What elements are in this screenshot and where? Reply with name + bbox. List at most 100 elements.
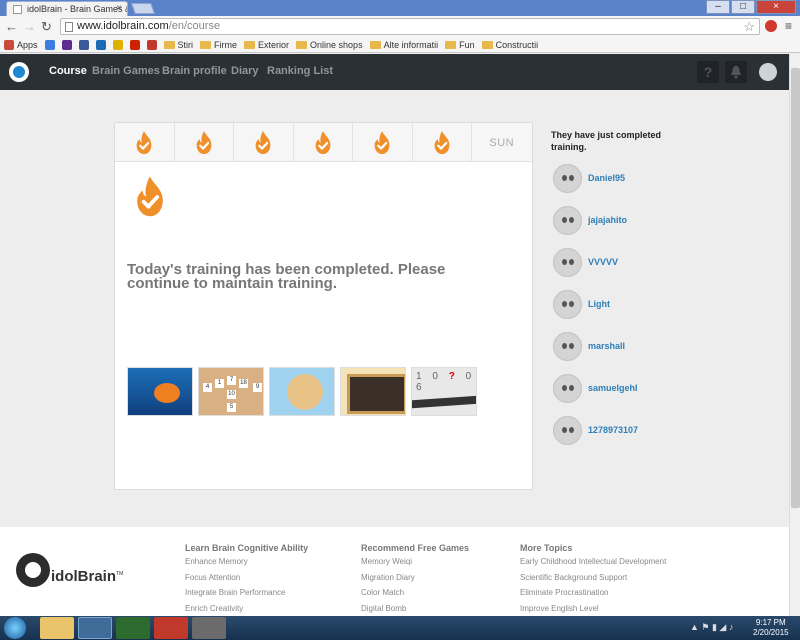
bookmark-folder[interactable]: Online shops [296, 40, 363, 50]
nav-diary[interactable]: Diary [231, 65, 259, 77]
bookmark-favicon-icon [78, 39, 89, 50]
user-name-link[interactable]: Light [588, 299, 610, 309]
flame-check-icon [134, 130, 154, 155]
bookmark-item[interactable] [61, 39, 72, 50]
robot-avatar-icon[interactable] [553, 247, 582, 277]
footer-col-cognitive: Learn Brain Cognitive Ability Enhance Me… [185, 543, 308, 619]
number-tile: 9 [253, 383, 262, 392]
bookmark-favicon-icon [129, 39, 140, 50]
idolbrain-logo-icon[interactable] [9, 62, 29, 82]
bookmark-folder[interactable]: Exterior [244, 40, 289, 50]
footer-link[interactable]: Color Match [361, 588, 469, 604]
robot-avatar-icon[interactable] [553, 289, 582, 319]
notification-bell-icon[interactable] [725, 61, 747, 83]
bookmark-folder[interactable]: Stiri [163, 40, 193, 50]
footer-link[interactable]: Eliminate Procrastination [520, 588, 666, 604]
recent-user-item[interactable]: samuelgehl [553, 373, 638, 403]
user-name-link[interactable]: marshall [588, 341, 625, 351]
nav-course[interactable]: Course [49, 65, 87, 77]
bookmark-favicon-icon [95, 39, 106, 50]
footer-link[interactable]: Early Childhood Intellectual Development [520, 557, 666, 573]
m-app-taskbar-icon[interactable] [192, 617, 226, 639]
footer-link[interactable]: Focus Attention [185, 573, 308, 589]
page-scrollbar[interactable] [789, 54, 800, 616]
tab-close-icon[interactable]: × [116, 3, 122, 14]
scrollbar-thumb[interactable] [791, 68, 800, 508]
flame-check-icon [372, 130, 392, 155]
start-button-icon[interactable] [4, 617, 26, 639]
folder-icon [445, 40, 457, 49]
bookmark-item[interactable] [146, 39, 157, 50]
chrome-taskbar-icon[interactable] [78, 617, 112, 639]
folder-icon [481, 40, 493, 49]
robot-avatar-icon[interactable] [553, 163, 582, 193]
user-name-link[interactable]: samuelgehl [588, 383, 638, 393]
game-thumb-blackboard[interactable] [340, 367, 406, 416]
footer-link[interactable]: Scientific Background Support [520, 573, 666, 589]
user-name-link[interactable]: jajajahito [588, 215, 627, 225]
reload-icon[interactable]: ↻ [41, 19, 52, 35]
bookmark-folder[interactable]: Alte informatii [369, 40, 438, 50]
new-tab-button[interactable] [130, 3, 156, 14]
help-question-icon[interactable]: ? [697, 61, 719, 83]
footer-link[interactable]: Enhance Memory [185, 557, 308, 573]
explorer-taskbar-icon[interactable] [40, 617, 74, 639]
nvidia-taskbar-icon[interactable] [116, 617, 150, 639]
number-tile: 7 [227, 376, 236, 385]
bookmark-item[interactable] [78, 39, 89, 50]
bookmark-folder[interactable]: Firme [200, 40, 237, 50]
user-name-link[interactable]: Daniel95 [588, 173, 625, 183]
game-thumb-weiqi[interactable] [269, 367, 335, 416]
week-progress: SUN [115, 123, 532, 162]
bookmark-item[interactable] [44, 39, 55, 50]
recent-user-item[interactable]: Daniel95 [553, 163, 625, 193]
nav-ranking-list[interactable]: Ranking List [267, 65, 333, 77]
game-thumb-fish[interactable] [127, 367, 193, 416]
bookmark-favicon-icon [146, 39, 157, 50]
bookmark-item[interactable] [129, 39, 140, 50]
robot-avatar-icon[interactable] [553, 415, 582, 445]
back-arrow-icon[interactable]: ← [5, 19, 18, 34]
bookmark-favicon-icon [4, 39, 14, 50]
user-robot-avatar-icon[interactable] [759, 63, 777, 81]
maximize-button[interactable]: □ [731, 0, 755, 14]
recent-user-item[interactable]: VVVVV [553, 247, 618, 277]
app-taskbar-icon[interactable] [154, 617, 188, 639]
bookmark-star-icon[interactable]: ☆ [743, 19, 755, 35]
game-thumb-digits[interactable]: 1 0 ? 0 6 [411, 367, 477, 416]
clock-time: 9:17 PM [755, 618, 786, 627]
footer-link[interactable]: Memory Weiqi [361, 557, 469, 573]
recent-user-item[interactable]: 1278973107 [553, 415, 638, 445]
bookmark-item[interactable] [112, 39, 123, 50]
taskbar-clock[interactable]: 9:17 PM 2/20/2015 [753, 618, 789, 638]
user-name-link[interactable]: VVVVV [588, 257, 618, 267]
recent-user-item[interactable]: Light [553, 289, 610, 319]
game-thumb-number-tiles[interactable]: 4 1 7 18 9 10 5 [198, 367, 264, 416]
forward-arrow-icon[interactable]: → [23, 19, 36, 34]
recent-user-item[interactable]: jajajahito [553, 205, 627, 235]
bookmark-item[interactable] [95, 39, 106, 50]
bookmark-item[interactable]: Apps [4, 39, 38, 50]
system-tray-icons[interactable]: ▲ ⚑ ▮ ◢ ♪ [690, 622, 733, 633]
bookmark-folder[interactable]: Fun [445, 40, 475, 50]
extension-icon[interactable] [765, 20, 777, 32]
browser-tab[interactable]: idolBrain - Brain Games & × [6, 1, 128, 16]
robot-avatar-icon[interactable] [553, 331, 582, 361]
window-close-button[interactable]: × [756, 0, 796, 14]
bookmark-folder-label: Exterior [258, 39, 290, 50]
robot-avatar-icon[interactable] [553, 373, 582, 403]
footer-link[interactable]: Integrate Brain Performance [185, 588, 308, 604]
address-bar[interactable]: www.idolbrain.com/en/course ☆ [60, 18, 760, 35]
robot-avatar-icon[interactable] [553, 205, 582, 235]
footer-logo-icon[interactable] [16, 553, 50, 587]
user-name-link[interactable]: 1278973107 [588, 425, 638, 435]
bookmark-folder[interactable]: Constructii [481, 40, 538, 50]
recent-user-item[interactable]: marshall [553, 331, 625, 361]
minimize-button[interactable]: – [706, 0, 730, 14]
browser-menu-icon[interactable]: ≡ [785, 19, 792, 33]
number-tile: 1 [215, 379, 224, 388]
nav-brain-games[interactable]: Brain Games [92, 65, 160, 77]
footer-link[interactable]: Migration Diary [361, 573, 469, 589]
nav-brain-profile[interactable]: Brain profile [162, 65, 227, 77]
day-label: SUN [489, 136, 515, 149]
